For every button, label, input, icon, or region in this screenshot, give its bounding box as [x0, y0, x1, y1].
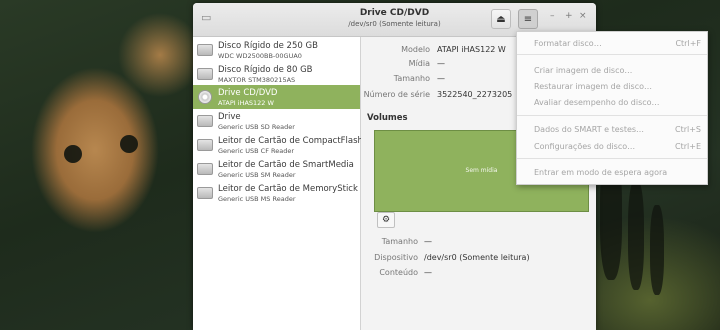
model-value: ATAPI iHAS122 W: [437, 45, 506, 54]
menu-item-smart[interactable]: Dados do SMART e testes…: [534, 125, 644, 134]
menu-item-format-disk[interactable]: Formatar disco…: [534, 39, 602, 48]
menu-item-create-image[interactable]: Criar imagem de disco…: [534, 66, 632, 75]
shortcut-disk-settings: Ctrl+E: [675, 142, 701, 151]
media-label: Mídia: [408, 59, 430, 68]
wallpaper-stripe: [628, 180, 644, 290]
drive-item[interactable]: Leitor de Cartão de SmartMedia Generic U…: [193, 157, 360, 181]
drive-model: Generic USB CF Reader: [218, 147, 295, 155]
gear-icon: ⚙: [381, 215, 391, 225]
drive-name: Disco Rígido de 80 GB: [218, 65, 313, 75]
wallpaper-eye: [120, 135, 138, 153]
drive-name: Disco Rígido de 250 GB: [218, 41, 318, 51]
shortcut-format-disk: Ctrl+F: [675, 39, 701, 48]
menu-button[interactable]: ≡: [518, 9, 538, 29]
drive-name: Leitor de Cartão de SmartMedia: [218, 160, 354, 170]
menu-item-restore-image[interactable]: Restaurar imagem de disco…: [534, 82, 652, 91]
menu-separator: [517, 115, 707, 116]
media-value: —: [437, 59, 445, 68]
drive-model: WDC WD2500BB-00GUA0: [218, 52, 302, 60]
menu-item-disk-settings[interactable]: Configurações do disco…: [534, 142, 635, 151]
content-label: Conteúdo: [379, 268, 418, 277]
card-reader-icon: [197, 139, 213, 151]
drive-name: Leitor de Cartão de MemoryStick: [218, 184, 358, 194]
drive-model: Generic USB MS Reader: [218, 195, 296, 203]
volumes-header: Volumes: [367, 113, 408, 123]
card-reader-icon: [197, 115, 213, 127]
hamburger-menu-icon: ≡: [523, 14, 533, 25]
drive-name: Drive CD/DVD: [218, 88, 278, 98]
size-value: —: [437, 74, 445, 83]
eject-icon: ⏏: [496, 14, 506, 25]
close-button[interactable]: ×: [579, 11, 587, 21]
serial-label: Número de série: [363, 90, 430, 99]
optical-disc-icon: [198, 90, 212, 104]
card-reader-icon: [197, 163, 213, 175]
device-label: Dispositivo: [374, 253, 418, 262]
volume-tools-button[interactable]: ⚙: [377, 212, 395, 228]
menu-item-standby[interactable]: Entrar em modo de espera agora: [534, 168, 667, 177]
drive-item[interactable]: Disco Rígido de 80 GB MAXTOR STM380215AS: [193, 62, 360, 86]
model-label: Modelo: [401, 45, 430, 54]
hard-disk-icon: [197, 68, 213, 80]
menu-separator: [517, 54, 707, 55]
shortcut-smart: Ctrl+S: [674, 125, 701, 134]
drive-item[interactable]: Disco Rígido de 250 GB WDC WD2500BB-00GU…: [193, 38, 360, 62]
drive-menu: Formatar disco… Ctrl+F Criar imagem de d…: [516, 31, 708, 185]
maximize-button[interactable]: +: [565, 11, 573, 21]
card-reader-icon: [197, 187, 213, 199]
device-value: /dev/sr0 (Somente leitura): [424, 253, 530, 262]
drive-item[interactable]: Leitor de Cartão de CompactFlash Generic…: [193, 133, 363, 157]
drive-list: Disco Rígido de 250 GB WDC WD2500BB-00GU…: [193, 37, 363, 330]
drive-model: ATAPI iHAS122 W: [218, 99, 274, 107]
size-label: Tamanho: [393, 74, 430, 83]
menu-item-benchmark[interactable]: Avaliar desempenho do disco…: [534, 98, 660, 107]
drive-model: Generic USB SD Reader: [218, 123, 295, 131]
drive-name: Leitor de Cartão de CompactFlash: [218, 136, 363, 146]
drive-item-selected[interactable]: Drive CD/DVD ATAPI iHAS122 W: [193, 85, 360, 109]
wallpaper-eye: [64, 145, 82, 163]
drive-model: MAXTOR STM380215AS: [218, 76, 296, 84]
hard-disk-icon: [197, 44, 213, 56]
serial-value: 3522540_2273205: [437, 90, 513, 99]
content-value: —: [424, 268, 432, 277]
menu-separator: [517, 158, 707, 159]
drive-item[interactable]: Drive Generic USB SD Reader: [193, 109, 360, 133]
minimize-button[interactable]: –: [550, 11, 555, 21]
drive-name: Drive: [218, 112, 241, 122]
drive-item[interactable]: Leitor de Cartão de MemoryStick Generic …: [193, 181, 360, 205]
volume-size-label: Tamanho: [381, 237, 418, 246]
wallpaper-stripe: [650, 205, 664, 295]
drive-model: Generic USB SM Reader: [218, 171, 296, 179]
eject-button[interactable]: ⏏: [491, 9, 511, 29]
volume-size-value: —: [424, 237, 432, 246]
